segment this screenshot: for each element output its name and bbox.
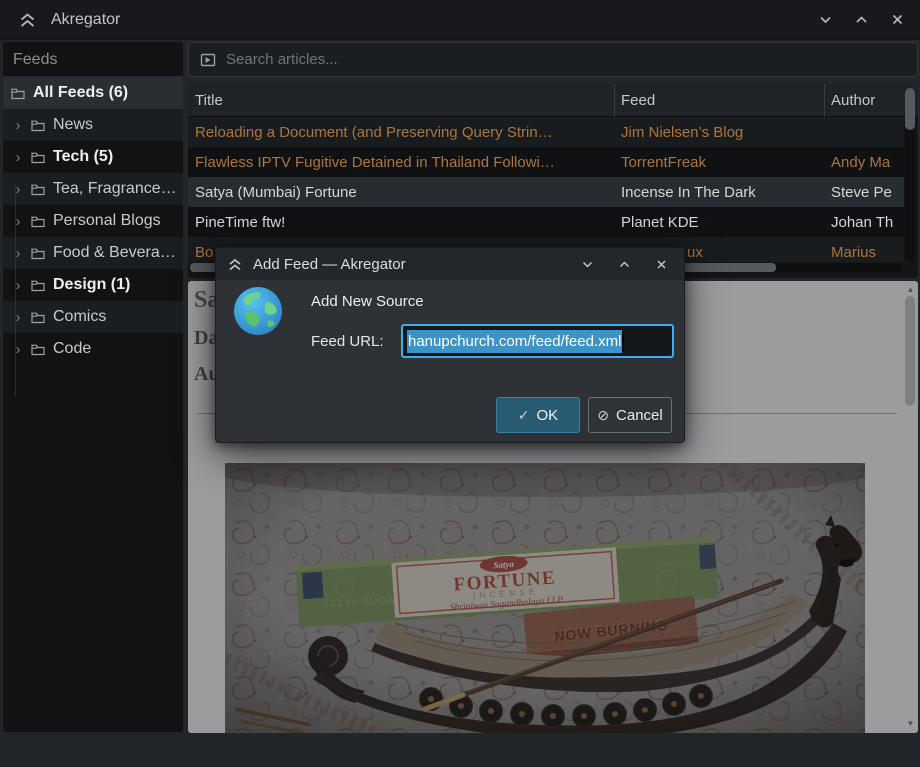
search-bar: [188, 42, 918, 77]
viewer-scrollbar-thumb[interactable]: [905, 296, 915, 406]
article-feed-cell: TorrentFreak: [614, 154, 824, 171]
chevron-right-icon[interactable]: ›: [9, 310, 27, 325]
search-input[interactable]: [226, 51, 866, 68]
text-caret: [622, 331, 624, 352]
feed-url-value: hanupchurch.com/feed/feed.xml: [407, 330, 622, 353]
dialog-titlebar: Add Feed — Akregator: [216, 248, 684, 280]
check-icon: ✓: [518, 407, 530, 424]
column-separator[interactable]: [614, 84, 615, 117]
folder-icon: [31, 279, 45, 292]
article-feed-cell: Jim Nielsen’s Blog: [614, 124, 824, 141]
tree-guide-line: [15, 185, 16, 397]
sidebar-item-label: Tech (5): [53, 148, 113, 166]
sidebar-item-label: All Feeds (6): [33, 84, 128, 102]
article-photo: SATYA SUGANDHAL Satya FORTUNE INCENSE Sh…: [225, 463, 865, 733]
chevron-right-icon[interactable]: ›: [9, 246, 27, 261]
sidebar-item-label: Code: [53, 340, 91, 358]
sidebar-item-label: Comics: [53, 308, 106, 326]
chevron-right-icon[interactable]: ›: [9, 214, 27, 229]
dialog-title: Add Feed — Akregator: [253, 256, 406, 273]
chevron-right-icon[interactable]: ›: [9, 342, 27, 357]
feed-url-label: Feed URL:: [311, 333, 384, 350]
list-vscrollbar-thumb[interactable]: [905, 88, 915, 130]
sidebar-item-label: News: [53, 116, 93, 134]
dialog-minimize-button[interactable]: [576, 253, 598, 275]
folder-icon: [31, 247, 45, 260]
shade-chevrons-icon: [227, 256, 243, 273]
sidebar-item-food-bevera[interactable]: › Food & Bevera…: [3, 237, 183, 269]
article-title-cell: PineTime ftw!: [188, 214, 614, 231]
shade-chevrons-icon: [18, 10, 37, 30]
feeds-sidebar: Feeds All Feeds (6) › News › Tech (5) › Tea, F…: [2, 41, 184, 733]
dialog-close-button[interactable]: [650, 253, 672, 275]
sidebar-item-all-feeds-6[interactable]: All Feeds (6): [3, 77, 183, 109]
article-author-cell: Andy Ma: [824, 154, 904, 171]
scroll-down-arrow-icon[interactable]: ▼: [904, 718, 917, 730]
article-title-cell: Flawless IPTV Fugitive Detained in Thail…: [188, 154, 614, 171]
sidebar-item-comics[interactable]: › Comics: [3, 301, 183, 333]
viewer-scrollbar[interactable]: ▲ ▼: [904, 281, 917, 733]
article-row[interactable]: PineTime ftw!Planet KDEJohan Th: [188, 207, 904, 237]
article-row[interactable]: Flawless IPTV Fugitive Detained in Thail…: [188, 147, 904, 177]
feed-tree: All Feeds (6) › News › Tech (5) › Tea, Fragran…: [3, 77, 183, 365]
folder-icon: [31, 151, 45, 164]
window-titlebar: Akregator: [0, 0, 920, 40]
sidebar-item-news[interactable]: › News: [3, 109, 183, 141]
chevron-right-icon[interactable]: ›: [9, 182, 27, 197]
dialog-maximize-button[interactable]: [613, 253, 635, 275]
article-title-cell: Satya (Mumbai) Fortune: [188, 184, 614, 201]
folder-icon: [31, 183, 45, 196]
article-feed-cell: Incense In The Dark: [614, 184, 824, 201]
sidebar-item-label: Tea, Fragrance…: [53, 180, 177, 198]
folder-icon: [11, 87, 25, 100]
sidebar-item-tea-fragrance[interactable]: › Tea, Fragrance…: [3, 173, 183, 205]
sidebar-item-code[interactable]: › Code: [3, 333, 183, 365]
column-title[interactable]: Title: [188, 92, 614, 109]
article-author-cell: Steve Pe: [824, 184, 904, 201]
list-header: Title Feed Author: [188, 84, 918, 117]
feeds-header: Feeds: [3, 42, 183, 77]
sidebar-item-label: Food & Bevera…: [53, 244, 176, 262]
folder-icon: [31, 311, 45, 324]
sidebar-item-label: Design (1): [53, 276, 130, 294]
folder-icon: [31, 215, 45, 228]
minimize-button[interactable]: [814, 9, 836, 31]
folder-icon: [31, 119, 45, 132]
chevron-right-icon[interactable]: ›: [9, 278, 27, 293]
article-feed-cell: Planet KDE: [614, 214, 824, 231]
dialog-heading: Add New Source: [311, 293, 424, 310]
chevron-right-icon[interactable]: ›: [9, 118, 27, 133]
article-row[interactable]: Reloading a Document (and Preserving Que…: [188, 117, 904, 147]
article-author-cell: Marius: [824, 244, 904, 261]
globe-icon: [233, 286, 283, 336]
column-feed[interactable]: Feed: [614, 92, 824, 109]
cancel-slash-icon: ⊘: [597, 407, 609, 424]
window-title: Akregator: [51, 11, 120, 29]
cancel-button[interactable]: ⊘ Cancel: [588, 397, 672, 433]
sidebar-item-design-1[interactable]: › Design (1): [3, 269, 183, 301]
close-button[interactable]: [886, 9, 908, 31]
add-feed-dialog: Add Feed — Akregator Add New Source Feed…: [215, 247, 685, 443]
maximize-button[interactable]: [850, 9, 872, 31]
chevron-right-icon[interactable]: ›: [9, 150, 27, 165]
scroll-up-arrow-icon[interactable]: ▲: [904, 284, 917, 296]
feed-url-input[interactable]: hanupchurch.com/feed/feed.xml: [401, 324, 674, 358]
filter-icon: [200, 52, 216, 68]
article-author-cell: Johan Th: [824, 214, 904, 231]
folder-icon: [31, 343, 45, 356]
sidebar-item-personal-blogs[interactable]: › Personal Blogs: [3, 205, 183, 237]
article-title-cell: Reloading a Document (and Preserving Que…: [188, 124, 614, 141]
sidebar-item-label: Personal Blogs: [53, 212, 161, 230]
article-rows: Reloading a Document (and Preserving Que…: [188, 117, 904, 262]
column-author[interactable]: Author: [824, 92, 904, 109]
column-separator[interactable]: [824, 84, 825, 117]
article-row[interactable]: Satya (Mumbai) FortuneIncense In The Dar…: [188, 177, 904, 207]
ok-button[interactable]: ✓ OK: [496, 397, 580, 433]
sidebar-item-tech-5[interactable]: › Tech (5): [3, 141, 183, 173]
